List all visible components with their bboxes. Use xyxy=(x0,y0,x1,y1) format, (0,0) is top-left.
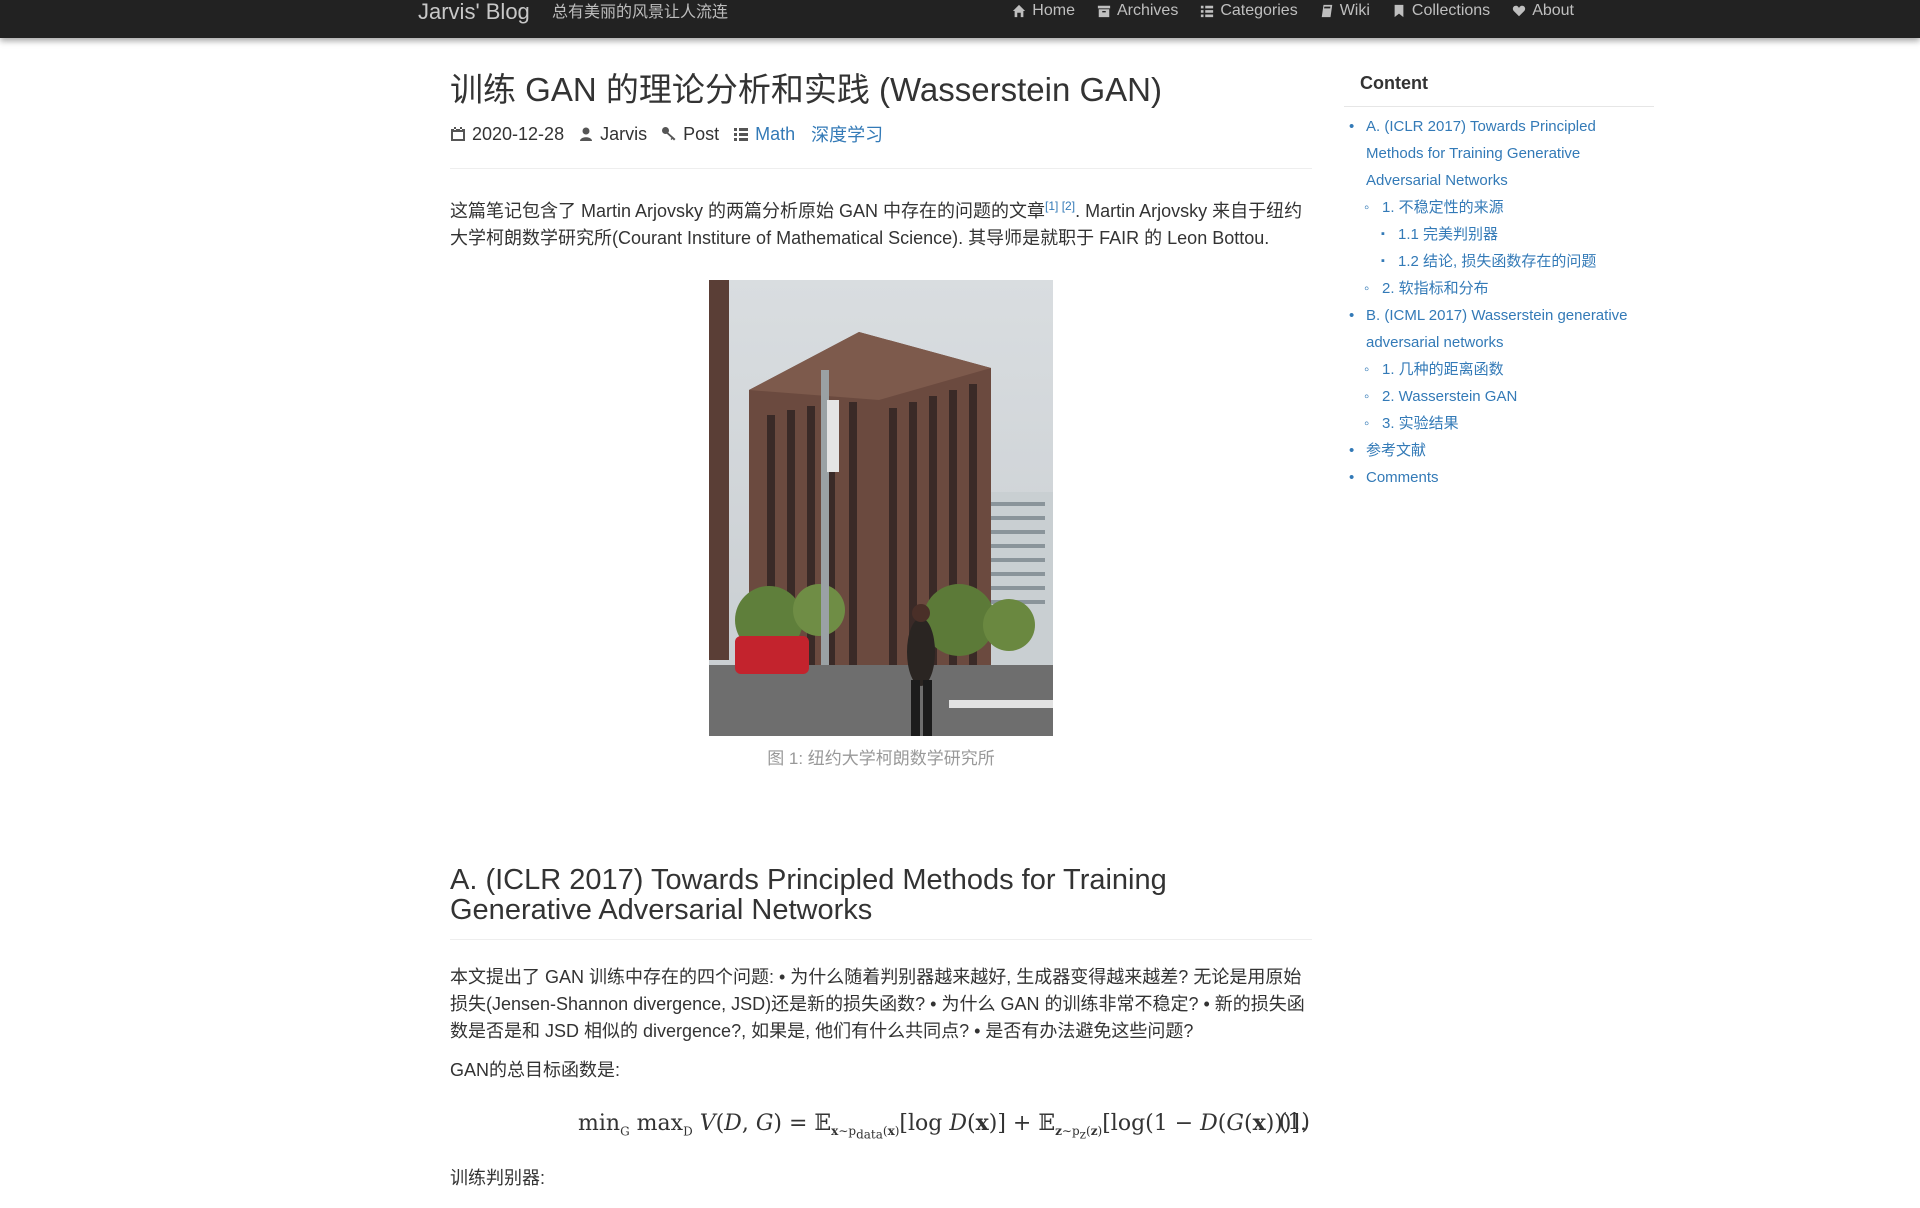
site-tagline: 总有美丽的风景让人流连 xyxy=(552,4,729,21)
nav-home[interactable]: Home xyxy=(1012,1,1075,21)
post-article: 训练 GAN 的理论分析和实践 (Wasserstein GAN) 2020-1… xyxy=(450,70,1312,1208)
book-icon xyxy=(1321,4,1332,18)
section-a-heading: A. (ICLR 2017) Towards Principled Method… xyxy=(450,864,1167,926)
toc-item: 1.2 结论, 损失函数存在的问题 xyxy=(1344,248,1654,275)
equation-number: (1) xyxy=(1278,1110,1310,1135)
category-list-icon xyxy=(734,128,749,141)
figure-caption: 图 1: 纽约大学柯朗数学研究所 xyxy=(767,749,995,768)
toc-item: B. (ICML 2017) Wasserstein generative ad… xyxy=(1344,302,1654,356)
section-a-divider xyxy=(450,939,1312,940)
post-categories: Math 深度学习 xyxy=(733,121,893,147)
nav-wiki[interactable]: Wiki xyxy=(1320,1,1370,21)
nav-collections[interactable]: Collections xyxy=(1392,1,1490,21)
figure-1: 图 1: 纽约大学柯朗数学研究所 xyxy=(450,280,1312,769)
toc-item: 1.1 完美判别器 xyxy=(1344,221,1654,248)
post-type-text: Post xyxy=(683,123,720,144)
toc-link-b3[interactable]: 3. 实验结果 xyxy=(1382,415,1459,432)
post-type: Post xyxy=(661,124,719,145)
category-link-math[interactable]: Math xyxy=(755,124,795,145)
toc-link-references[interactable]: 参考文献 xyxy=(1366,442,1426,459)
intro-paragraph: 这篇笔记包含了 Martin Arjovsky 的两篇分析原始 GAN 中存在的… xyxy=(450,193,1312,252)
toc-item: 2. Wasserstein GAN xyxy=(1344,383,1654,410)
brand-link[interactable]: Jarvis' Blog xyxy=(418,0,530,24)
heart-icon xyxy=(1513,5,1526,17)
intro-text: 这篇笔记包含了 Martin Arjovsky 的两篇分析原始 GAN 中存在的… xyxy=(450,201,1046,221)
post-date-text: 2020-12-28 xyxy=(472,123,565,144)
nav-menu: Home Archives Categories Wiki Collection… xyxy=(1012,0,1574,22)
building-photo xyxy=(709,280,1053,736)
toc-link-b2[interactable]: 2. Wasserstein GAN xyxy=(1382,388,1517,405)
nav-categories[interactable]: Categories xyxy=(1200,1,1298,21)
nav-wiki-label: Wiki xyxy=(1339,2,1370,19)
archive-icon xyxy=(1097,5,1111,18)
toc-sidebar: Content A. (ICLR 2017) Towards Principle… xyxy=(1344,70,1654,491)
category-link-deep-learning[interactable]: 深度学习 xyxy=(811,121,883,147)
nav-categories-label: Categories xyxy=(1220,2,1298,19)
toc-link-a1-2[interactable]: 1.2 结论, 损失函数存在的问题 xyxy=(1398,253,1596,270)
toc-item: 参考文献 xyxy=(1344,437,1654,464)
toc-link-comments[interactable]: Comments xyxy=(1366,469,1439,486)
list-icon xyxy=(1201,5,1214,18)
key-icon xyxy=(662,127,676,141)
toc-link-b1[interactable]: 1. 几种的距离函数 xyxy=(1382,361,1504,378)
section-a-paragraph: 本文提出了 GAN 训练中存在的四个问题: • 为什么随着判别器越来越好, 生成… xyxy=(450,967,1305,1041)
post-author-text: Jarvis xyxy=(600,123,648,144)
toc-title: Content xyxy=(1360,73,1428,93)
user-icon xyxy=(580,127,593,141)
train-discriminator-text: 训练判别器: xyxy=(450,1168,546,1188)
toc-link-a1[interactable]: 1. 不稳定性的来源 xyxy=(1382,199,1504,216)
toc-list: A. (ICLR 2017) Towards Principled Method… xyxy=(1344,113,1654,491)
toc-item: 3. 实验结果 xyxy=(1344,410,1654,437)
intro-citations[interactable]: [1] [2] xyxy=(1045,199,1075,213)
toc-item: 1. 几种的距离函数 xyxy=(1344,356,1654,383)
gan-objective-formula: minG maxD V(D, G) = 𝔼x∼pdata(x)[log D(x)… xyxy=(578,1110,1308,1142)
equation-1: minG maxD V(D, G) = 𝔼x∼pdata(x)[log D(x)… xyxy=(450,1110,1312,1144)
toc-link-a1-1[interactable]: 1.1 完美判别器 xyxy=(1398,226,1498,243)
nav-home-label: Home xyxy=(1032,2,1075,19)
toc-item: Comments xyxy=(1344,464,1654,491)
toc-link-a2[interactable]: 2. 软指标和分布 xyxy=(1382,280,1489,297)
objective-intro: GAN的总目标函数是: xyxy=(450,1060,621,1080)
title-divider xyxy=(450,168,1312,169)
toc-item: A. (ICLR 2017) Towards Principled Method… xyxy=(1344,113,1654,194)
nav-archives-label: Archives xyxy=(1116,2,1179,19)
post-author: Jarvis xyxy=(578,124,647,145)
top-navbar: Jarvis' Blog 总有美丽的风景让人流连 Home Archives C… xyxy=(0,0,1920,38)
toc-item: 2. 软指标和分布 xyxy=(1344,275,1654,302)
nav-archives[interactable]: Archives xyxy=(1097,1,1178,21)
nav-about[interactable]: About xyxy=(1512,1,1574,21)
nav-collections-label: Collections xyxy=(1411,2,1491,19)
toc-item: 1. 不稳定性的来源 xyxy=(1344,194,1654,221)
bookmark-icon xyxy=(1394,4,1404,18)
toc-link-section-a[interactable]: A. (ICLR 2017) Towards Principled Method… xyxy=(1366,118,1596,189)
toc-divider xyxy=(1344,106,1654,107)
post-date: 2020-12-28 xyxy=(450,124,564,145)
home-icon xyxy=(1013,4,1026,18)
post-meta: 2020-12-28 Jarvis Post Math 深度学习 xyxy=(450,120,1312,148)
calendar-icon xyxy=(451,127,465,141)
post-title: 训练 GAN 的理论分析和实践 (Wasserstein GAN) xyxy=(450,71,1162,108)
toc-link-section-b[interactable]: B. (ICML 2017) Wasserstein generative ad… xyxy=(1366,307,1628,351)
nav-about-label: About xyxy=(1532,2,1574,19)
